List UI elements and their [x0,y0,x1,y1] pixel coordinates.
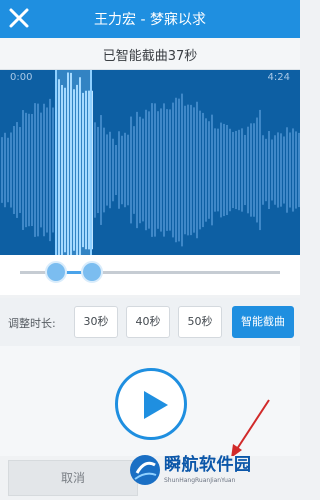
watermark-logo-icon [130,455,160,485]
range-slider[interactable] [0,255,300,295]
waveform-graph [1,72,300,255]
play-button[interactable] [115,368,187,440]
selection-region[interactable] [55,70,92,255]
close-button[interactable] [6,5,32,31]
waveform-panel[interactable]: 0:00 4:24 [0,70,300,255]
watermark-subtitle: ShunHangRuanJianYuan [164,477,236,484]
duration-label: 调整时长: [8,317,56,330]
cancel-button[interactable]: 取消 [8,460,138,496]
song-title: 王力宏 - 梦寐以求 [94,12,206,28]
time-end-label: 4:24 [267,72,290,83]
watermark: 瞬航软件园 ShunHangRuanJianYuan [128,447,278,497]
duration-panel: 调整时长: 30秒 40秒 50秒 智能截曲 [0,298,300,346]
status-bar: 已智能截曲37秒 [0,38,300,70]
smart-cut-button[interactable]: 智能截曲 [232,306,294,338]
top-bar: 王力宏 - 梦寐以求 [0,0,300,38]
time-start-label: 0:00 [10,72,33,83]
play-icon [144,391,168,419]
start-handle[interactable] [45,261,67,283]
duration-40s-button[interactable]: 40秒 [126,306,170,338]
duration-30s-button[interactable]: 30秒 [74,306,118,338]
duration-50s-button[interactable]: 50秒 [178,306,222,338]
close-icon [9,8,29,28]
end-handle[interactable] [81,261,103,283]
watermark-title: 瞬航软件园 [164,455,252,475]
status-text: 已智能截曲37秒 [102,49,198,64]
